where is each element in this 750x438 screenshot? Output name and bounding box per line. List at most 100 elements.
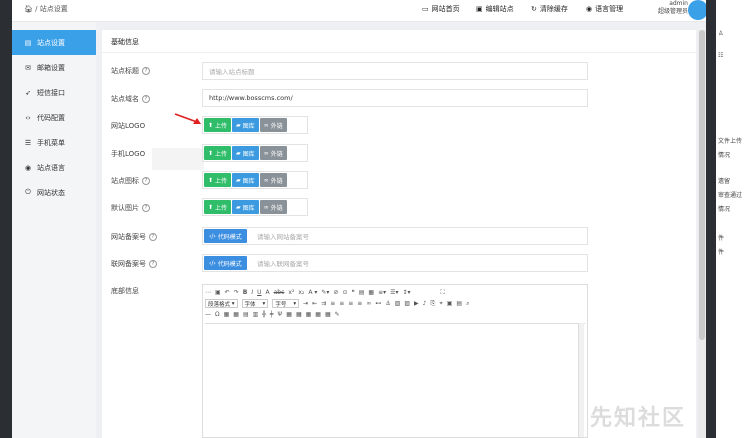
template-icon[interactable]: ▤ bbox=[456, 300, 462, 307]
gallery-button[interactable]: ▰ 图库 bbox=[232, 146, 259, 160]
external-link-button[interactable]: ∞ 外链 bbox=[259, 146, 287, 160]
bold-icon[interactable]: B bbox=[243, 289, 248, 296]
blockquote-icon[interactable]: ❝ bbox=[351, 289, 354, 296]
sidebar-item-language[interactable]: ◉ 站点语言 bbox=[12, 155, 96, 180]
merge-right-icon[interactable]: ▦ bbox=[286, 311, 292, 318]
italic-icon[interactable]: I bbox=[251, 289, 253, 296]
attachment-icon[interactable]: ⎘ bbox=[431, 300, 436, 308]
anchor-icon[interactable]: ⚓ bbox=[385, 300, 390, 307]
code-view-icon[interactable]: ▣ bbox=[215, 289, 221, 296]
image-multi-icon[interactable]: ▨ bbox=[404, 300, 410, 307]
unlink-icon[interactable]: ⊷ bbox=[375, 300, 381, 307]
sidebar-item-site-status[interactable]: ⏻ 网站状态 bbox=[12, 180, 96, 205]
user-info[interactable]: admin 超级管理员 bbox=[644, 0, 688, 16]
external-link-button[interactable]: ∞ 外链 bbox=[259, 173, 287, 187]
bg-color-icon[interactable]: ✎▾ bbox=[321, 289, 329, 296]
gallery-button[interactable]: ▰ 图库 bbox=[232, 200, 259, 214]
upload-button[interactable]: ⬆ 上传 bbox=[204, 173, 232, 187]
help-icon[interactable]: ? bbox=[149, 233, 157, 241]
align-left-icon[interactable]: ≡ bbox=[330, 300, 335, 307]
subscript-icon[interactable]: x₂ bbox=[298, 289, 304, 296]
sidebar-item-site-settings[interactable]: ▤ 站点设置 bbox=[12, 30, 96, 55]
date-icon[interactable]: ▦ bbox=[224, 311, 230, 318]
code-mode-button[interactable]: ‹/› 代码模式 bbox=[204, 229, 247, 243]
delete-col-icon[interactable]: ╪ bbox=[270, 311, 274, 318]
rtl-icon[interactable]: ⇤ bbox=[312, 300, 317, 307]
source-icon[interactable]: ⋯ bbox=[205, 289, 211, 296]
nav-clear-cache[interactable]: ↻ 清除缓存 bbox=[531, 4, 568, 14]
line-height-icon[interactable]: ↕▾ bbox=[403, 289, 411, 296]
list-ordered-icon[interactable]: ≡▾ bbox=[378, 289, 386, 296]
sidebar-item-email[interactable]: ✉ 邮箱设置 bbox=[12, 55, 96, 80]
map-icon[interactable]: ⌖ bbox=[439, 300, 442, 308]
split-rows-icon[interactable]: ▦ bbox=[315, 311, 321, 318]
nav-edit-site[interactable]: ▣ 编辑站点 bbox=[476, 4, 514, 14]
ltr-icon[interactable]: ⇥ bbox=[303, 300, 308, 307]
sidebar-item-sms[interactable]: ➶ 短信接口 bbox=[12, 80, 96, 105]
font-color-icon[interactable]: A ▾ bbox=[308, 289, 317, 296]
nav-language[interactable]: ◉ 语言管理 bbox=[586, 4, 623, 14]
upload-button[interactable]: ⬆ 上传 bbox=[204, 118, 232, 132]
help-icon[interactable]: ? bbox=[142, 177, 150, 185]
delete-row-icon[interactable]: ▥ bbox=[253, 311, 259, 318]
fullscreen-icon[interactable]: ⛶ bbox=[441, 289, 445, 297]
music-icon[interactable]: ♪ bbox=[423, 300, 427, 307]
code-mode-button[interactable]: ‹/› 代码模式 bbox=[204, 256, 247, 270]
align-right-icon[interactable]: ≡ bbox=[348, 300, 353, 307]
video-icon[interactable]: ▶ bbox=[414, 300, 419, 307]
image-icon[interactable]: ▨ bbox=[395, 300, 401, 307]
search-replace-icon[interactable]: ⌕ bbox=[466, 300, 469, 308]
scrollbar-thumb[interactable] bbox=[699, 30, 705, 340]
site-title-input[interactable]: 请输入站点标题 bbox=[202, 62, 588, 80]
align-justify-icon[interactable]: ≡ bbox=[357, 300, 362, 307]
split-cells-icon[interactable]: ▦ bbox=[306, 311, 312, 318]
align-center-icon[interactable]: ≡ bbox=[339, 300, 344, 307]
code-insert-icon[interactable]: ▣ bbox=[447, 300, 453, 307]
home-icon[interactable]: 🏠︎ bbox=[24, 5, 33, 13]
sidebar-item-code[interactable]: ‹› 代码配置 bbox=[12, 105, 96, 130]
insert-row-icon[interactable]: ▤ bbox=[243, 311, 249, 318]
superscript-icon[interactable]: x² bbox=[288, 289, 294, 296]
nav-site-home[interactable]: ▭ 网站首页 bbox=[422, 4, 460, 14]
strike-icon[interactable]: abc bbox=[274, 289, 285, 296]
format-match-icon[interactable]: ⊙ bbox=[342, 289, 347, 296]
link-icon[interactable]: ∞ bbox=[366, 300, 371, 307]
special-char-icon[interactable]: Ω bbox=[215, 311, 220, 318]
indent-icon[interactable]: ⇉ bbox=[321, 300, 326, 307]
site-domain-input[interactable]: http://www.bosscms.com/ bbox=[202, 89, 588, 107]
merge-cells-icon[interactable]: Ψ bbox=[278, 311, 283, 318]
gallery-button[interactable]: ▰ 图库 bbox=[232, 118, 259, 132]
font-family-select[interactable]: 字体 ▾ bbox=[241, 299, 269, 308]
avatar[interactable] bbox=[688, 0, 708, 20]
horizontal-rule-icon[interactable]: — bbox=[205, 311, 211, 318]
merge-down-icon[interactable]: ▦ bbox=[296, 311, 302, 318]
paste-icon[interactable]: ▤ bbox=[359, 289, 365, 296]
upload-button[interactable]: ⬆ 上传 bbox=[204, 146, 232, 160]
external-link-button[interactable]: ∞ 外链 bbox=[259, 118, 287, 132]
help-icon[interactable]: ? bbox=[149, 260, 157, 268]
sidebar-item-mobile-menu[interactable]: ☰ 手机菜单 bbox=[12, 130, 96, 155]
list-unordered-icon[interactable]: ☰▾ bbox=[390, 289, 398, 296]
undo-icon[interactable]: ↶ bbox=[225, 289, 230, 296]
help-icon[interactable]: ? bbox=[142, 67, 150, 75]
editor-scrollbar[interactable] bbox=[578, 323, 584, 437]
editor-content-area[interactable] bbox=[205, 323, 585, 437]
paragraph-format-select[interactable]: 段落格式 ▾ bbox=[205, 299, 238, 308]
split-cols-icon[interactable]: ▦ bbox=[325, 311, 331, 318]
gallery-button[interactable]: ▰ 图库 bbox=[232, 173, 259, 187]
icp-input[interactable]: 请输入网站备案号 bbox=[202, 227, 588, 245]
redo-icon[interactable]: ↷ bbox=[234, 289, 239, 296]
preview-icon[interactable]: ✎ bbox=[335, 311, 340, 318]
table-icon[interactable]: ▦ bbox=[233, 311, 239, 318]
erase-icon[interactable]: ⊘ bbox=[333, 289, 338, 296]
font-size-select[interactable]: 字号 ▾ bbox=[272, 299, 300, 308]
underline-icon[interactable]: U bbox=[257, 289, 261, 296]
external-link-button[interactable]: ∞ 外链 bbox=[259, 200, 287, 214]
police-input[interactable]: 请输入联网备案号 bbox=[202, 254, 588, 272]
select-all-icon[interactable]: ▦ bbox=[368, 289, 374, 296]
help-icon[interactable]: ? bbox=[142, 95, 150, 103]
insert-col-icon[interactable]: ╬ bbox=[262, 311, 266, 318]
border-icon[interactable]: A bbox=[266, 289, 270, 296]
help-icon[interactable]: ? bbox=[142, 204, 150, 212]
upload-button[interactable]: ⬆ 上传 bbox=[204, 200, 232, 214]
